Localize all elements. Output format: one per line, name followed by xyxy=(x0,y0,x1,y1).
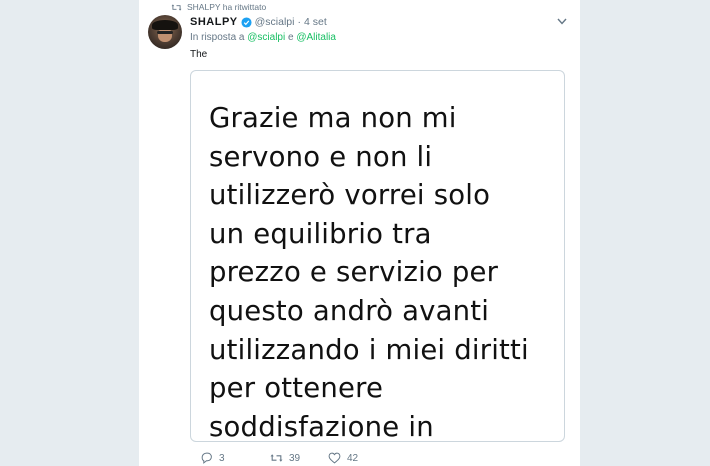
tweet-card[interactable]: SHALPY ha ritwittato SHALPY @scialpi · 4… xyxy=(138,0,581,466)
reply-button[interactable]: 3 xyxy=(200,452,252,464)
retweet-count: 39 xyxy=(289,452,301,464)
reply-icon xyxy=(201,452,212,464)
avatar[interactable] xyxy=(148,15,182,49)
tweet-actions: 3 39 42 xyxy=(190,452,378,464)
heart-icon xyxy=(328,452,341,464)
verified-badge-icon xyxy=(241,16,252,28)
tweet-text: The xyxy=(190,49,208,60)
author-handle[interactable]: @scialpi xyxy=(255,16,295,28)
tweet-image[interactable]: Grazie ma non mi servono e non li utiliz… xyxy=(190,70,565,442)
like-count: 42 xyxy=(347,452,359,464)
author-name[interactable]: SHALPY xyxy=(190,16,238,28)
retweet-context-text: SHALPY ha ritwittato xyxy=(187,2,267,12)
like-button[interactable]: 42 xyxy=(328,452,378,464)
image-text: Grazie ma non mi servono e non li utiliz… xyxy=(209,102,529,442)
retweet-button[interactable]: 39 xyxy=(270,452,320,464)
chevron-down-icon[interactable] xyxy=(556,14,568,28)
reply-count: 3 xyxy=(219,452,225,464)
tweet-time[interactable]: 4 set xyxy=(304,16,327,28)
retweet-icon xyxy=(270,454,283,462)
reply-mention-2[interactable]: @Alitalia xyxy=(296,32,336,43)
retweet-context: SHALPY ha ritwittato xyxy=(171,1,266,13)
tweet-header: SHALPY @scialpi · 4 set xyxy=(190,14,570,30)
reply-connector: e xyxy=(288,32,294,43)
retweet-icon xyxy=(171,3,182,11)
separator-dot: · xyxy=(297,16,301,28)
reply-context: In risposta a @scialpi e @Alitalia xyxy=(190,32,336,43)
reply-prefix: In risposta a xyxy=(190,32,245,43)
reply-mention-1[interactable]: @scialpi xyxy=(247,32,285,43)
